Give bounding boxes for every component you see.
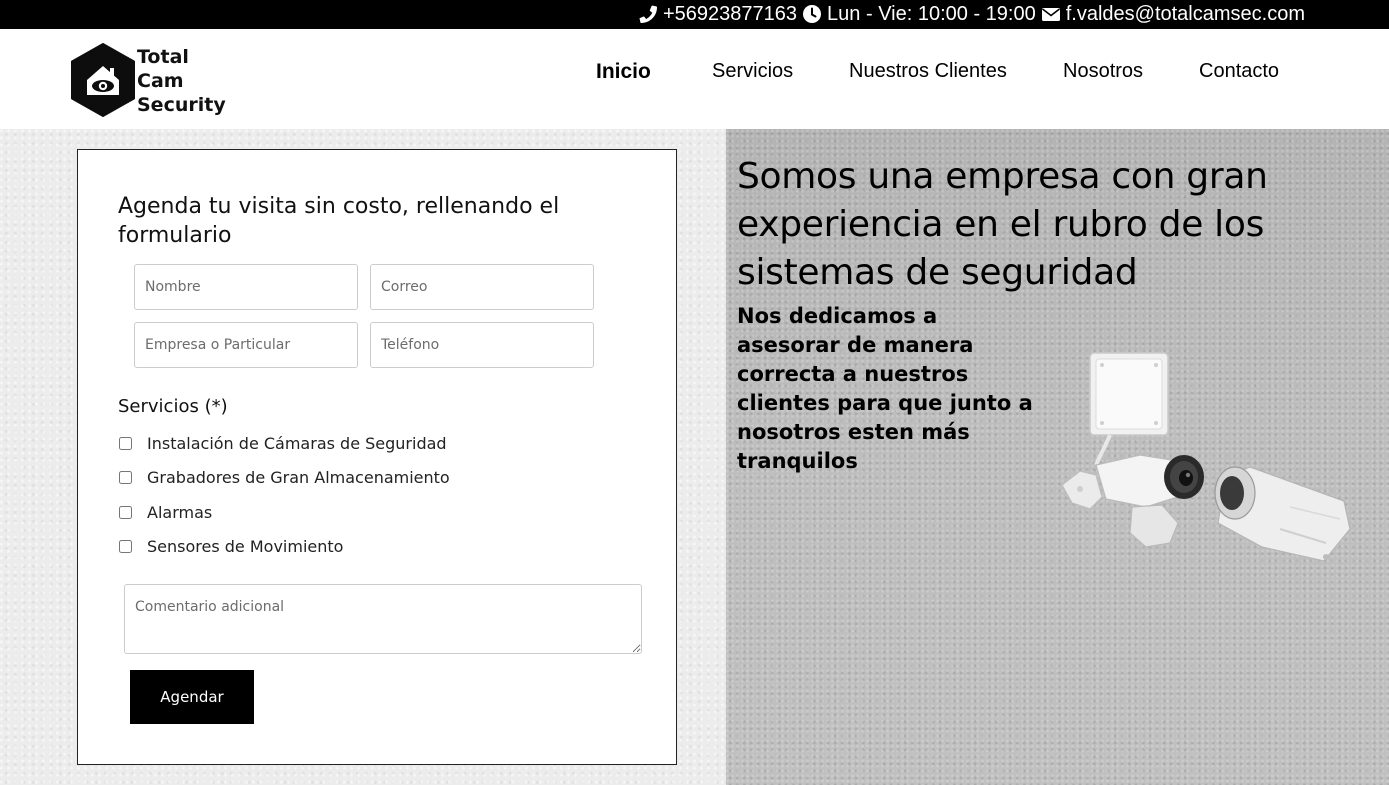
hero-section: Agenda tu visita sin costo, rellenando e…	[0, 129, 1389, 785]
service-label-recorders: Grabadores de Gran Almacenamiento	[147, 468, 450, 487]
hero-subtitle: Nos dedicamos a asesorar de manera corre…	[737, 304, 1033, 473]
clock-icon	[803, 5, 822, 23]
service-option-cameras[interactable]: Instalación de Cámaras de Seguridad	[118, 434, 447, 453]
schedule-button[interactable]: Agendar	[130, 670, 254, 724]
hours-info: Lun - Vie: 10:00 - 19:00	[802, 3, 1036, 25]
email-address: f.valdes@totalcamsec.com	[1065, 3, 1305, 25]
company-field[interactable]	[134, 322, 358, 368]
phone-field[interactable]	[370, 322, 594, 368]
service-label-motion-sensors: Sensores de Movimiento	[147, 537, 344, 556]
service-checkbox-motion-sensors[interactable]	[119, 540, 132, 553]
security-camera-image	[1061, 352, 1351, 562]
service-label-alarms: Alarmas	[147, 503, 213, 522]
envelope-icon	[1041, 8, 1060, 21]
visit-request-form: Agenda tu visita sin costo, rellenando e…	[77, 149, 677, 765]
hero-title: Somos una empresa con gran experiencia e…	[737, 156, 1268, 293]
service-label-cameras: Instalación de Cámaras de Seguridad	[147, 434, 447, 453]
site-header: Total Cam Security Inicio Servicios Nues…	[0, 29, 1389, 129]
service-option-alarms[interactable]: Alarmas	[118, 503, 212, 522]
phone-contact[interactable]: +56923877163	[638, 3, 797, 25]
nav-item-nuestros-clientes[interactable]: Nuestros Clientes	[849, 60, 1007, 83]
service-checkbox-cameras[interactable]	[119, 437, 132, 450]
nav-item-contacto[interactable]: Contacto	[1199, 60, 1279, 83]
main-nav: Inicio Servicios Nuestros Clientes Nosot…	[0, 60, 1389, 90]
nav-item-inicio[interactable]: Inicio	[596, 60, 651, 84]
comment-field[interactable]	[124, 584, 642, 654]
service-checkbox-alarms[interactable]	[119, 506, 132, 519]
services-label: Servicios (*)	[118, 396, 228, 417]
nav-item-nosotros[interactable]: Nosotros	[1063, 60, 1143, 83]
business-hours: Lun - Vie: 10:00 - 19:00	[827, 3, 1036, 25]
service-option-recorders[interactable]: Grabadores de Gran Almacenamiento	[118, 468, 450, 487]
phone-number: +56923877163	[663, 3, 798, 25]
form-title: Agenda tu visita sin costo, rellenando e…	[118, 194, 560, 248]
service-checkbox-recorders[interactable]	[119, 471, 132, 484]
brand-line-3: Security	[137, 94, 226, 116]
service-option-motion-sensors[interactable]: Sensores de Movimiento	[118, 537, 343, 556]
nav-item-servicios[interactable]: Servicios	[712, 60, 793, 83]
name-field[interactable]	[134, 264, 358, 310]
phone-icon	[639, 5, 657, 23]
top-info-bar: +56923877163 Lun - Vie: 10:00 - 19:00 f.…	[0, 0, 1389, 29]
email-contact[interactable]: f.valdes@totalcamsec.com	[1041, 3, 1305, 25]
email-field[interactable]	[370, 264, 594, 310]
